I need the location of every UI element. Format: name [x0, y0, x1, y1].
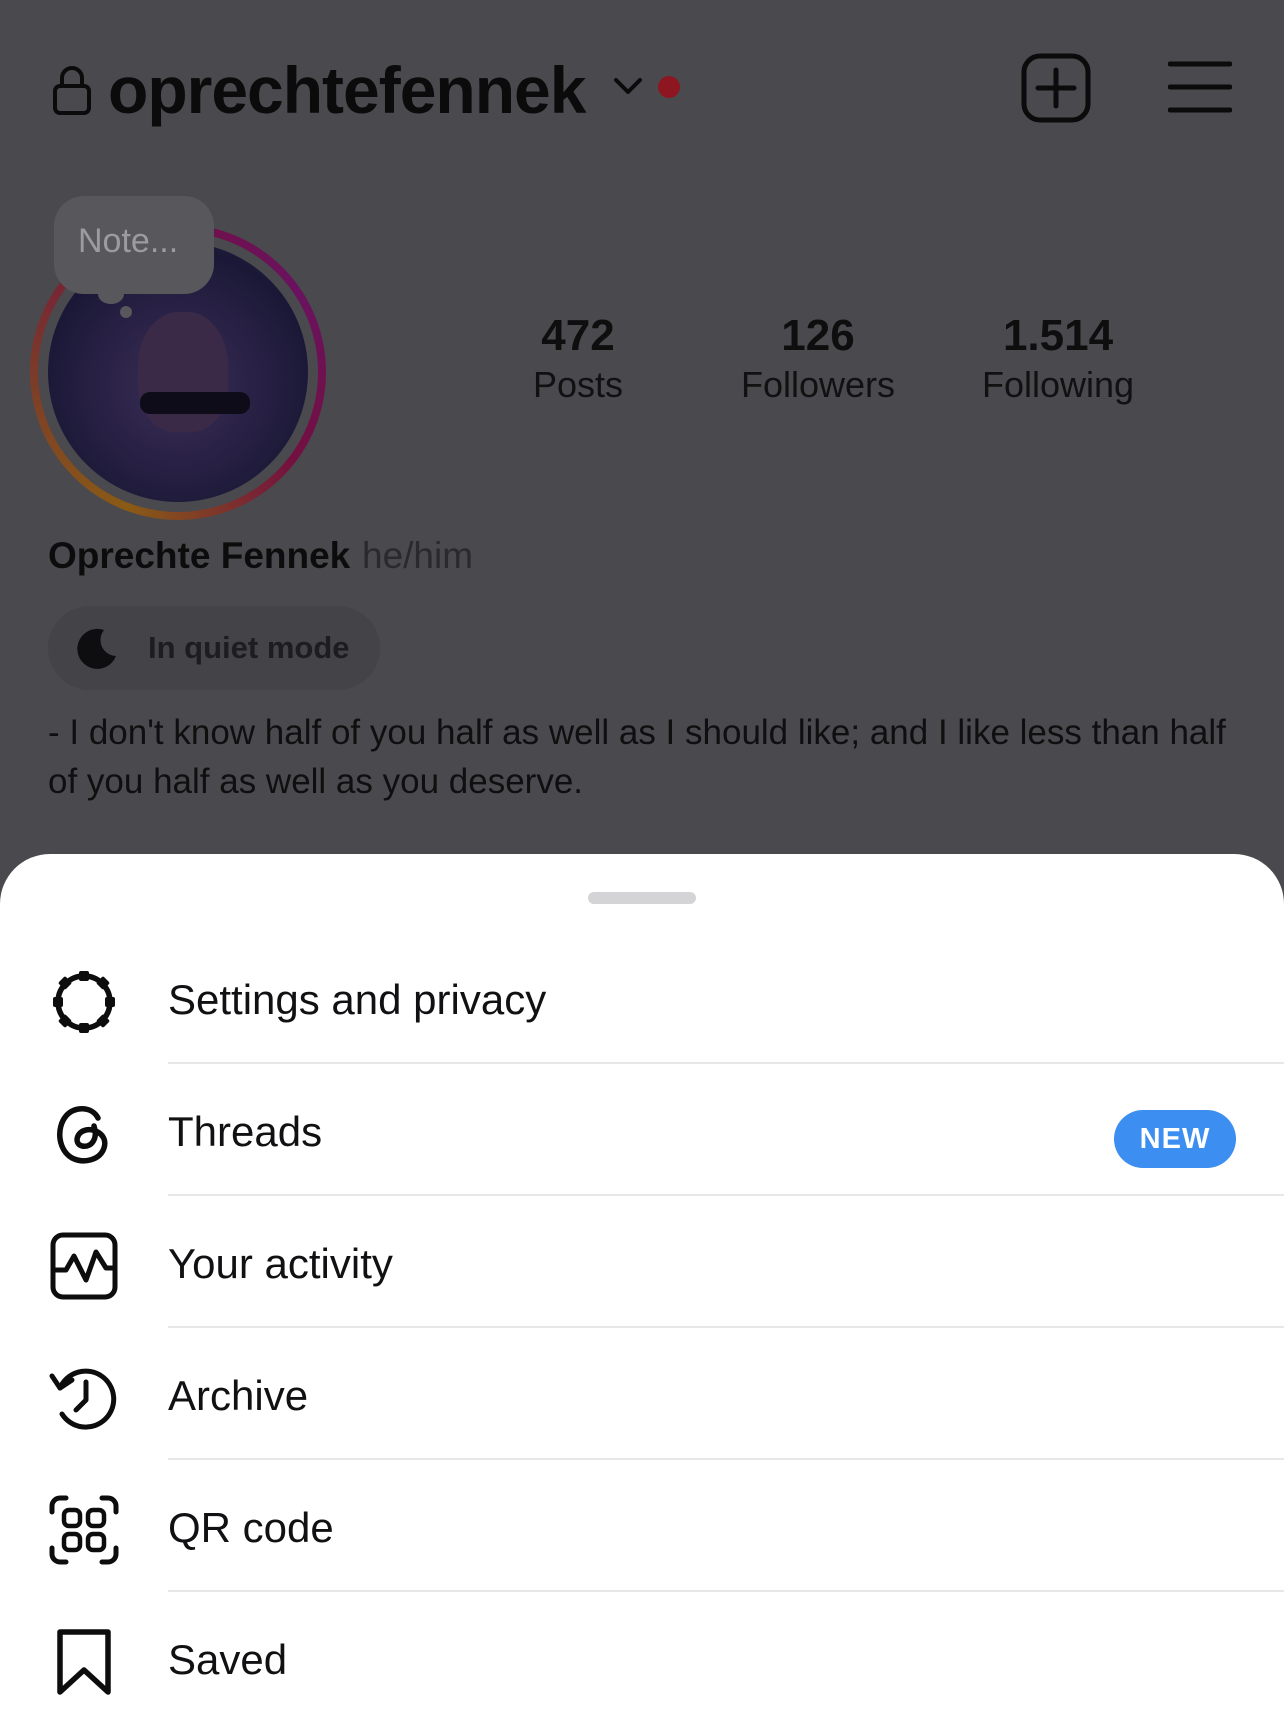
menu-item-label: QR code	[168, 1504, 334, 1551]
stat-value: 1.514	[1002, 311, 1114, 360]
note-placeholder: Note...	[78, 222, 179, 260]
menu-item-label: Your activity	[168, 1240, 393, 1287]
chevron-down-icon[interactable]	[612, 74, 644, 98]
menu-item-label: Saved	[168, 1636, 288, 1683]
bio-text: - I don't know half of you half as well …	[48, 713, 1226, 801]
bookmark-icon	[57, 1629, 111, 1695]
menu-item-settings-and-privacy[interactable]: Settings and privacy	[0, 932, 1284, 1064]
notification-dot	[658, 76, 680, 98]
settings-gear-icon	[53, 971, 115, 1033]
menu-item-label: Threads	[168, 1108, 323, 1155]
full-name: Oprechte Fennek	[48, 535, 351, 576]
stat-following[interactable]: 1.514 Following	[948, 310, 1168, 408]
menu-item-label: Settings and privacy	[168, 976, 547, 1023]
profile-header: oprechtefennek	[0, 40, 1284, 140]
lock-icon	[53, 66, 91, 115]
account-username[interactable]: oprechtefennek	[108, 52, 586, 128]
stat-posts[interactable]: 472 Posts	[468, 310, 688, 408]
activity-icon	[50, 1232, 118, 1300]
menu-item-label: Archive	[168, 1372, 309, 1419]
stat-followers[interactable]: 126 Followers	[708, 310, 928, 408]
quiet-mode-pill[interactable]: In quiet mode	[48, 606, 380, 690]
stat-label: Followers	[740, 364, 896, 405]
menu-item-qr-code[interactable]: QR code	[0, 1460, 1284, 1592]
threads-icon	[57, 1106, 108, 1164]
new-badge: NEW	[1114, 1110, 1236, 1168]
quiet-mode-label: In quiet mode	[148, 630, 350, 665]
stat-value: 126	[781, 311, 855, 360]
stat-value: 472	[541, 311, 615, 360]
stat-label: Following	[981, 364, 1135, 405]
note-bubble[interactable]: Note...	[54, 196, 214, 294]
menu-item-archive[interactable]: Archive	[0, 1328, 1284, 1460]
hamburger-menu-icon[interactable]	[1168, 58, 1232, 116]
menu-item-saved[interactable]: Saved	[0, 1592, 1284, 1712]
stat-label: Posts	[532, 364, 624, 405]
menu-item-your-activity[interactable]: Your activity	[0, 1196, 1284, 1328]
menu-sheet: Settings and privacy Threads NEW Your ac…	[0, 854, 1284, 1712]
drag-handle[interactable]	[588, 892, 696, 904]
menu-item-threads[interactable]: Threads NEW	[0, 1064, 1284, 1196]
pronouns: he/him	[362, 535, 474, 576]
moon-icon	[77, 628, 116, 669]
plus-square-icon[interactable]	[1020, 52, 1092, 124]
archive-history-icon	[49, 1368, 117, 1430]
qr-code-icon	[49, 1495, 119, 1565]
